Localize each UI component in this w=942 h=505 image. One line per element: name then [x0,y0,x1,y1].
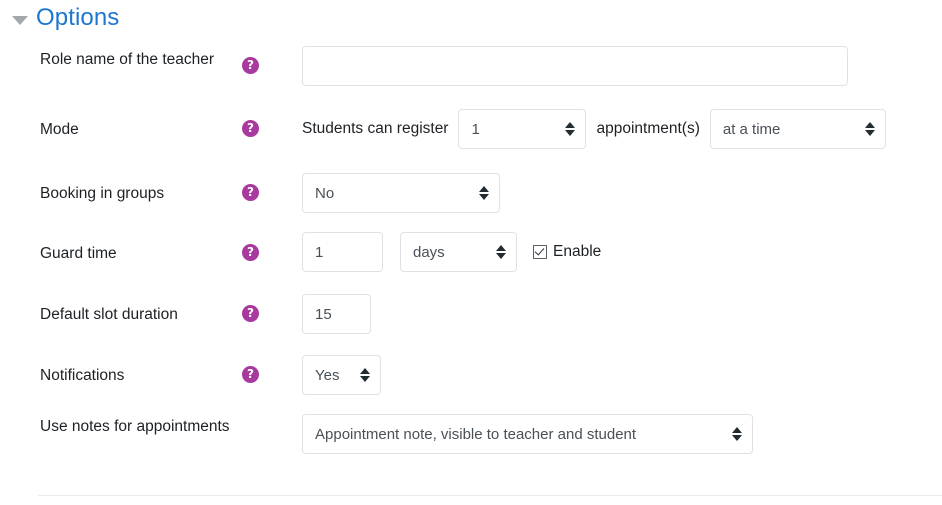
form-row-booking-in-groups: Booking in groups ? No [0,168,942,228]
mode-count-select[interactable]: 1 [458,109,587,149]
controls-default-slot-duration [302,294,371,334]
guard-time-amount-input[interactable] [302,232,383,272]
mode-scope-value: at a time [722,120,781,138]
chevron-updown-icon [496,245,506,259]
use-notes-select[interactable]: Appointment note, visible to teacher and… [302,414,753,454]
guard-time-unit-select[interactable]: days [400,232,517,272]
controls-role-name [302,46,848,86]
label-mode: Mode [40,121,79,138]
chevron-updown-icon [864,122,875,136]
form-row-use-notes: Use notes for appointments Appointment n… [0,412,942,472]
help-icon-role-name[interactable]: ? [242,57,259,74]
form-row-notifications: Notifications ? Yes [0,350,942,412]
section-divider [38,495,942,496]
form-row-mode: Mode ? Students can register 1 appointme… [0,106,942,168]
notifications-select[interactable]: Yes [302,355,381,395]
controls-guard-time: days Enable [302,232,601,272]
default-slot-duration-input[interactable] [302,294,371,334]
controls-use-notes: Appointment note, visible to teacher and… [302,414,753,454]
controls-booking-in-groups: No [302,173,500,213]
mode-middle-text: appointment(s) [596,120,700,137]
guard-time-unit-value: days [413,243,445,261]
label-booking-in-groups: Booking in groups [40,185,165,202]
mode-prefix-text: Students can register [302,120,449,137]
label-role-name: Role name of the teacher [40,51,215,68]
page-title: Options [36,4,120,31]
role-name-input[interactable] [302,46,848,86]
help-icon-mode[interactable]: ? [242,120,259,137]
chevron-updown-icon [360,368,370,382]
help-icon-guard-time[interactable]: ? [242,244,259,261]
label-use-notes: Use notes for appointments [40,418,230,435]
chevron-updown-icon [479,186,489,200]
controls-notifications: Yes [302,355,381,395]
notifications-value: Yes [315,366,340,384]
chevron-down-icon[interactable] [12,15,28,25]
label-notifications: Notifications [40,367,125,384]
form-row-default-slot-duration: Default slot duration ? [0,289,942,350]
controls-mode: Students can register 1 appointment(s) a… [302,109,886,149]
chevron-updown-icon [565,122,576,136]
form-row-role-name: Role name of the teacher ? [0,44,942,106]
label-default-slot-duration: Default slot duration [40,306,178,323]
options-section-header[interactable]: Options [12,4,119,32]
guard-time-enable-label: Enable [553,243,602,260]
help-icon-notifications[interactable]: ? [242,366,259,383]
mode-scope-select[interactable]: at a time [709,109,886,149]
use-notes-value: Appointment note, visible to teacher and… [315,425,637,443]
mode-count-value: 1 [471,120,480,138]
options-form: Role name of the teacher ? Mode ? Studen… [0,44,942,472]
booking-in-groups-select[interactable]: No [302,173,500,213]
label-guard-time: Guard time [40,245,117,262]
help-icon-default-slot-duration[interactable]: ? [242,305,259,322]
help-icon-booking-in-groups[interactable]: ? [242,184,259,201]
guard-time-enable-checkbox[interactable]: Enable [533,243,601,261]
chevron-updown-icon [732,427,742,441]
booking-in-groups-value: No [315,184,335,202]
checkbox-box-icon [533,245,547,259]
form-row-guard-time: Guard time ? days Enable [0,228,942,289]
